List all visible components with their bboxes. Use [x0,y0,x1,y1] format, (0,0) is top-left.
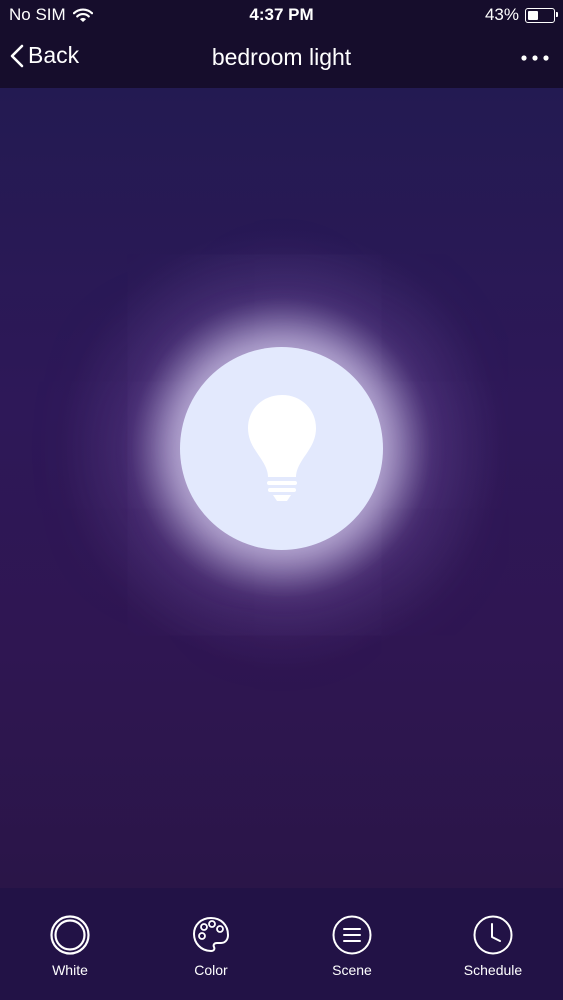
tab-white[interactable]: White [15,914,125,978]
more-button[interactable] [519,48,551,68]
status-time: 4:37 PM [249,5,314,24]
light-control-area [0,88,563,888]
scene-lines-icon [332,915,372,955]
power-toggle-button[interactable] [180,347,383,550]
more-horizontal-icon [521,55,549,61]
tab-schedule-label: Schedule [463,962,523,978]
tab-scene-label: Scene [332,962,372,978]
battery-percent: 43% [484,5,519,24]
nav-bar: Back bedroom light [0,30,563,88]
smart-light-screen: No SIM 4:37 PM 43% Back bedroom light Wh… [0,0,563,1000]
battery-tip [556,12,558,17]
tab-schedule[interactable]: Schedule [438,914,548,978]
tab-scene[interactable]: Scene [297,914,407,978]
back-label: Back [28,42,80,68]
lightbulb-icon [248,395,316,501]
battery-icon [525,7,558,23]
battery-fill [528,10,538,20]
white-ring-icon [50,915,90,955]
tab-color[interactable]: Color [156,914,266,978]
tab-white-label: White [52,962,88,978]
tab-color-label: Color [194,962,228,978]
status-bar: No SIM 4:37 PM 43% [0,0,563,30]
back-button[interactable]: Back [10,42,79,69]
chevron-left-icon [10,44,24,67]
clock-icon [473,915,513,955]
palette-icon [192,916,230,953]
mode-tab-bar: White Color Scene Schedule [0,888,563,1000]
page-title: bedroom light [211,44,352,70]
status-right: 43% [484,5,558,25]
top-bar: No SIM 4:37 PM 43% Back bedroom light [0,0,563,88]
